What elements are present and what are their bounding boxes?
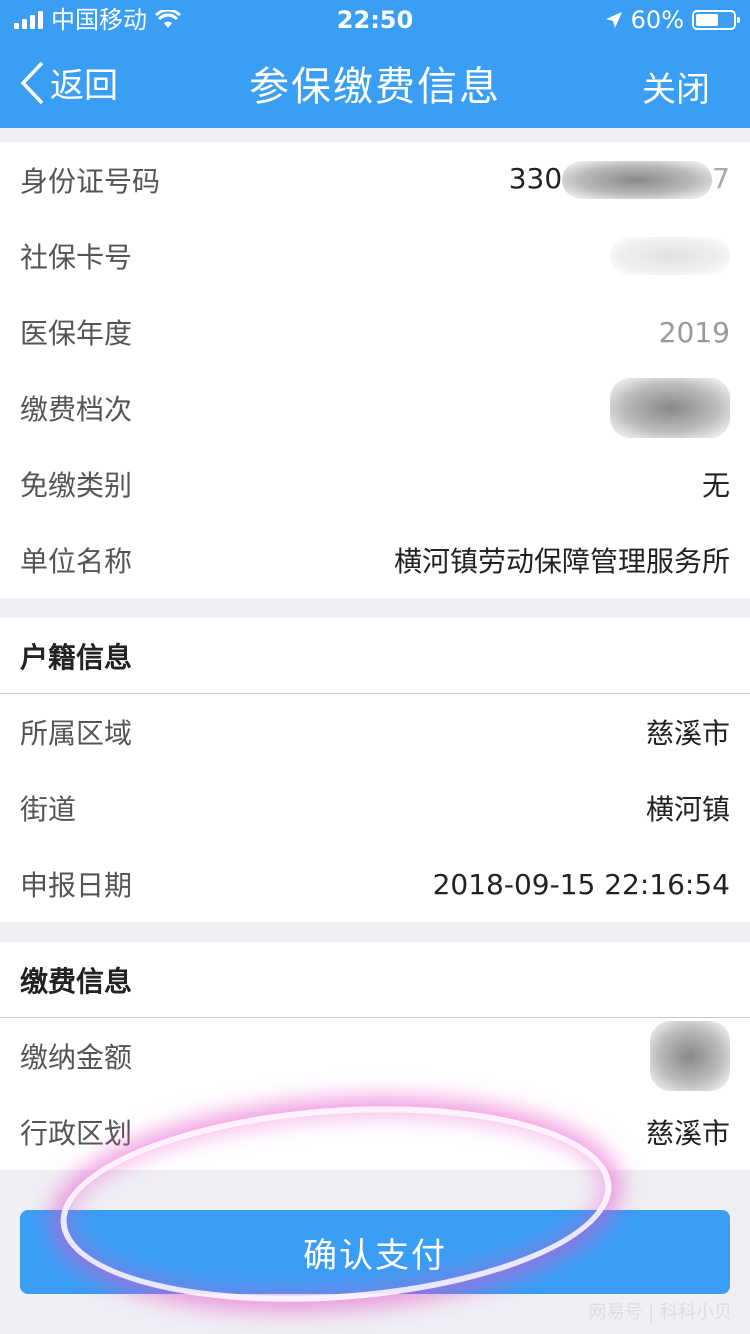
location-icon (605, 12, 622, 28)
info-row-exemption-type: 免缴类别 无 (0, 446, 750, 522)
info-row-amount: 缴纳金额 (0, 1018, 750, 1094)
row-value: 慈溪市 (645, 1117, 730, 1150)
info-row-card-number: 社保卡号 (0, 218, 750, 294)
row-value: 慈溪市 (645, 717, 730, 750)
row-label: 街道 (20, 793, 77, 826)
row-value: 2019 (658, 315, 730, 349)
household-section: 户籍信息 所属区域 慈溪市 街道 横河镇 申报日期 2018-09-15 22:… (0, 618, 750, 922)
close-button[interactable]: 关闭 (642, 62, 710, 111)
row-label: 医保年度 (20, 317, 133, 350)
redacted-mark (610, 237, 730, 275)
app-header: 中国移动 22:50 60% 返回 参保缴费信息 关闭 (0, 0, 750, 128)
row-label: 申报日期 (20, 869, 133, 902)
row-label: 所属区域 (20, 717, 133, 750)
info-row-payment-tier: 缴费档次 (0, 370, 750, 446)
info-row-id-number: 身份证号码 330 7 (0, 142, 750, 218)
info-row-insurance-year: 医保年度 2019 (0, 294, 750, 370)
redacted-mark (610, 378, 730, 438)
battery-fill (696, 14, 718, 26)
row-label: 社保卡号 (20, 241, 133, 274)
redacted-mark (650, 1021, 730, 1091)
section-heading: 户籍信息 (0, 618, 750, 694)
battery-percent: 60% (630, 6, 684, 34)
section-heading: 缴费信息 (0, 942, 750, 1018)
row-value: 2018-09-15 22:16:54 (432, 867, 730, 901)
row-label: 缴费档次 (20, 393, 133, 426)
payment-section: 缴费信息 缴纳金额 行政区划 慈溪市 (0, 942, 750, 1170)
row-value: 无 (701, 469, 730, 502)
info-row-employer: 单位名称 横河镇劳动保障管理服务所 (0, 522, 750, 598)
row-label: 免缴类别 (20, 469, 133, 502)
row-label: 身份证号码 (20, 165, 161, 198)
page-title: 参保缴费信息 (249, 64, 501, 110)
battery-icon (692, 10, 740, 30)
info-row-admin-division: 行政区划 慈溪市 (0, 1094, 750, 1170)
row-label: 行政区划 (20, 1117, 133, 1150)
row-value: 横河镇劳动保障管理服务所 (393, 545, 730, 578)
id-number-prefix: 330 (508, 162, 563, 195)
id-number-suffix: 7 (712, 162, 730, 195)
row-label: 缴纳金额 (20, 1041, 133, 1074)
id-number-value: 330 7 (509, 161, 730, 199)
basic-info-section: 身份证号码 330 7 社保卡号 医保年度 2019 缴费档次 免缴类别 无 单位… (0, 142, 750, 598)
info-row-street: 街道 横河镇 (0, 770, 750, 846)
status-bar: 中国移动 22:50 60% (0, 0, 750, 40)
watermark: 网易号 | 科科小贝 (588, 1302, 732, 1323)
confirm-payment-button[interactable]: 确认支付 (20, 1210, 730, 1294)
row-value: 横河镇 (645, 793, 730, 826)
info-row-report-date: 申报日期 2018-09-15 22:16:54 (0, 846, 750, 922)
row-label: 单位名称 (20, 545, 133, 578)
info-row-region: 所属区域 慈溪市 (0, 694, 750, 770)
redacted-mark (562, 161, 713, 199)
nav-bar: 返回 参保缴费信息 关闭 (0, 40, 750, 128)
